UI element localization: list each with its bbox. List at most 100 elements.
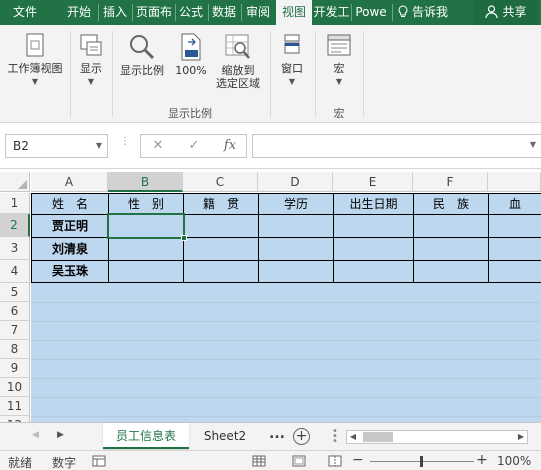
page-layout-view-icon[interactable] bbox=[292, 455, 306, 467]
row-header-11[interactable]: 11 bbox=[0, 397, 30, 416]
header-cell-birthdate[interactable]: 出生日期 bbox=[334, 194, 413, 215]
row-header-6[interactable]: 6 bbox=[0, 302, 30, 321]
fill-handle[interactable] bbox=[181, 235, 187, 241]
zoom-level[interactable]: 100% bbox=[497, 454, 531, 468]
gridline bbox=[31, 397, 541, 398]
gridline bbox=[31, 340, 541, 341]
tab-review[interactable]: 审阅 bbox=[244, 0, 272, 25]
show-button[interactable]: 显示 ▼ bbox=[72, 33, 110, 87]
header-cell-gender[interactable]: 性 别 bbox=[109, 194, 183, 215]
zoom-slider-thumb[interactable] bbox=[420, 456, 423, 467]
tab-insert[interactable]: 插入 bbox=[101, 0, 129, 25]
window-button[interactable]: 窗口 ▼ bbox=[273, 33, 311, 87]
workbook-view-button[interactable]: 工作簿视图 ▼ bbox=[3, 33, 67, 87]
column-header-f[interactable]: F bbox=[413, 172, 488, 192]
cancel-icon[interactable]: ✕ bbox=[143, 135, 173, 157]
zoom-button[interactable]: 显示比例 bbox=[114, 33, 170, 77]
name-box[interactable]: B2 ▼ bbox=[5, 134, 108, 158]
tell-me-search[interactable]: 告诉我 bbox=[398, 0, 448, 25]
next-sheet-icon[interactable]: ▶ bbox=[57, 430, 64, 440]
gridline bbox=[31, 359, 541, 360]
ribbon-view: 工作簿视图 ▼ 显示 ▼ 显示比例 100% 缩放到 选定区域 显示比例 窗口 … bbox=[0, 25, 541, 123]
horizontal-scrollbar[interactable]: ◀ ▶ bbox=[346, 430, 528, 444]
row-header-9[interactable]: 9 bbox=[0, 359, 30, 378]
splitter-handle[interactable]: • • • bbox=[332, 427, 338, 447]
row-header-2[interactable]: 2 bbox=[0, 214, 30, 237]
column-header-e[interactable]: E bbox=[333, 172, 413, 192]
macros-button[interactable]: 宏 ▼ bbox=[318, 33, 360, 87]
header-cell-native-place[interactable]: 籍 贯 bbox=[184, 194, 258, 215]
magnifier-icon bbox=[130, 35, 155, 60]
tab-data[interactable]: 数据 bbox=[210, 0, 238, 25]
macro-icon bbox=[327, 34, 351, 56]
column-header-c[interactable]: C bbox=[183, 172, 258, 192]
row-header-5[interactable]: 5 bbox=[0, 283, 30, 302]
lightbulb-icon bbox=[398, 5, 408, 17]
tab-separator bbox=[175, 4, 176, 21]
gridline bbox=[31, 378, 541, 379]
sheet-tab-employee-info[interactable]: 员工信息表 bbox=[103, 423, 189, 449]
fx-icon[interactable]: fx bbox=[215, 135, 245, 157]
share-button[interactable]: 共享 bbox=[474, 0, 538, 25]
tab-view[interactable]: 视图 bbox=[276, 0, 312, 25]
resize-handle[interactable]: ⋮ bbox=[120, 136, 130, 147]
tab-developer[interactable]: 开发工 bbox=[313, 0, 350, 25]
sheet-tab-sheet2[interactable]: Sheet2 bbox=[192, 423, 258, 449]
column-header-g[interactable]: G bbox=[488, 172, 541, 192]
zoom-out-icon[interactable]: − bbox=[352, 452, 364, 468]
name-cell[interactable]: 贾正明 bbox=[32, 215, 108, 237]
normal-view-icon[interactable] bbox=[252, 455, 266, 467]
macro-record-icon[interactable] bbox=[92, 455, 106, 467]
chevron-down-icon[interactable]: ▼ bbox=[96, 135, 102, 157]
zoom-in-icon[interactable]: + bbox=[476, 452, 488, 468]
column-header-b[interactable]: B bbox=[108, 172, 183, 192]
row-header-10[interactable]: 10 bbox=[0, 378, 30, 397]
row-header-1[interactable]: 1 bbox=[0, 193, 30, 214]
more-sheets-button[interactable]: ... bbox=[269, 426, 285, 442]
zoom-to-selection-button[interactable]: 缩放到 选定区域 bbox=[212, 33, 264, 90]
status-bar: 就绪 数字 − + 100% bbox=[0, 450, 541, 470]
name-cell[interactable]: 吴玉珠 bbox=[32, 261, 108, 282]
chevron-down-icon: ▼ bbox=[87, 77, 95, 86]
enter-icon[interactable]: ✓ bbox=[179, 135, 209, 157]
page-break-view-icon[interactable] bbox=[328, 455, 342, 467]
row-header-4[interactable]: 4 bbox=[0, 260, 30, 283]
scroll-left-icon[interactable]: ◀ bbox=[347, 431, 359, 443]
tab-separator bbox=[351, 4, 352, 21]
tab-file[interactable]: 文件 bbox=[0, 0, 50, 25]
scrollbar-thumb[interactable] bbox=[363, 432, 393, 442]
select-all-corner[interactable] bbox=[0, 172, 30, 192]
active-cell-b2[interactable] bbox=[107, 213, 187, 241]
tab-separator bbox=[132, 4, 133, 21]
scroll-right-icon[interactable]: ▶ bbox=[515, 431, 527, 443]
header-cell-blood[interactable]: 血 bbox=[489, 194, 541, 215]
tab-separator bbox=[392, 4, 393, 21]
header-cell-education[interactable]: 学历 bbox=[259, 194, 333, 215]
zoom-selection-line2: 选定区域 bbox=[216, 77, 260, 90]
row-header-8[interactable]: 8 bbox=[0, 340, 30, 359]
chevron-down-icon[interactable]: ▼ bbox=[530, 140, 536, 149]
macros-label: 宏 bbox=[333, 62, 345, 75]
workbook-view-icon bbox=[26, 33, 44, 57]
add-sheet-icon[interactable]: + bbox=[293, 428, 310, 445]
macros-group-label: 宏 bbox=[333, 107, 345, 120]
ribbon-tab-bar: 文件 开始 插入 页面布 公式 数据 审阅 视图 开发工 Powe 告诉我 共享 bbox=[0, 0, 541, 25]
tab-separator bbox=[208, 4, 209, 21]
row-header-7[interactable]: 7 bbox=[0, 321, 30, 340]
header-cell-ethnicity[interactable]: 民 族 bbox=[414, 194, 488, 215]
tab-formulas[interactable]: 公式 bbox=[177, 0, 205, 25]
window-label: 窗口 bbox=[281, 62, 303, 75]
header-cell-name[interactable]: 姓 名 bbox=[32, 194, 108, 215]
prev-sheet-icon[interactable]: ◀ bbox=[32, 430, 39, 440]
name-box-value: B2 bbox=[13, 139, 29, 153]
tab-power[interactable]: Powe bbox=[353, 0, 389, 25]
tab-home[interactable]: 开始 bbox=[64, 0, 94, 25]
zoom-100-button[interactable]: 100% bbox=[170, 33, 212, 77]
row-header-3[interactable]: 3 bbox=[0, 237, 30, 260]
formula-input[interactable]: ▼ bbox=[252, 134, 541, 158]
name-cell[interactable]: 刘清泉 bbox=[32, 238, 108, 260]
tab-page-layout[interactable]: 页面布 bbox=[135, 0, 173, 25]
column-header-d[interactable]: D bbox=[258, 172, 333, 192]
status-num: 数字 bbox=[52, 456, 77, 470]
column-header-a[interactable]: A bbox=[31, 172, 108, 192]
